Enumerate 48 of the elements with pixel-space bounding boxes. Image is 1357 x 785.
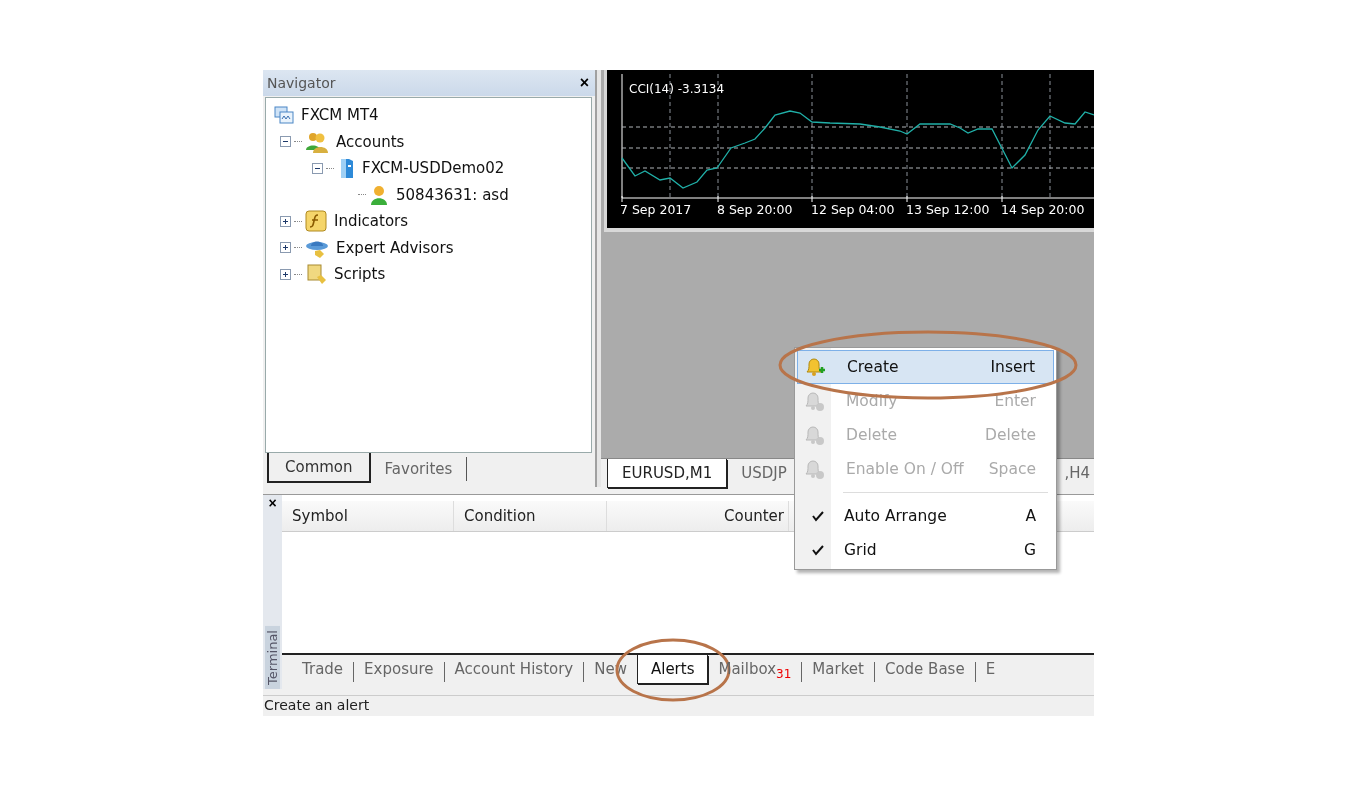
time-label: 12 Sep 04:00 (811, 202, 895, 217)
column-header[interactable]: Condition (454, 500, 607, 531)
tree-item[interactable]: Expert Advisors (336, 238, 454, 257)
terminal-tab[interactable]: Exposure (354, 655, 444, 684)
close-button[interactable]: × (579, 74, 589, 92)
expander-icon[interactable] (280, 268, 291, 280)
tree-item[interactable]: Accounts (336, 132, 405, 151)
time-label: 8 Sep 20:00 (717, 202, 793, 217)
terminal-tab[interactable]: Code Base (874, 655, 975, 684)
terminal-tab[interactable]: E (975, 655, 1006, 684)
tree-item[interactable]: FXCM MT4 (301, 106, 379, 125)
chart-tab[interactable]: EURUSD,M1 (607, 458, 728, 488)
bell-icon (802, 457, 826, 481)
bell-plus-icon (803, 355, 827, 379)
navigator-tab[interactable]: Favorites (370, 456, 468, 481)
column-header[interactable]: Symbol (282, 500, 454, 531)
tree-item[interactable]: FXCM-USDDemo02 (362, 159, 505, 178)
chart-tab[interactable]: ,H4 (1060, 458, 1094, 487)
expander-icon[interactable] (312, 162, 323, 174)
menu-item[interactable]: Auto Arrange A (797, 499, 1054, 533)
bell-icon (802, 389, 826, 413)
terminal-tab[interactable]: Account History (444, 655, 584, 684)
function-icon (305, 210, 327, 233)
terminal-tab[interactable]: Trade (292, 655, 354, 684)
navigator-tab[interactable]: Common (267, 452, 371, 483)
user-icon (369, 183, 389, 206)
expander-icon[interactable] (280, 215, 291, 227)
navigator-title: Navigator (267, 75, 336, 91)
menu-item[interactable]: Create Insert (797, 350, 1054, 384)
column-header[interactable]: Counter (607, 500, 789, 531)
tree-item[interactable]: Indicators (334, 212, 409, 231)
time-label: 7 Sep 2017 (620, 202, 692, 217)
tree-item[interactable]: 50843631: asd (396, 185, 509, 204)
time-label: 13 Sep 12:00 (906, 202, 990, 217)
monitor-icon (274, 105, 294, 126)
close-button[interactable]: × (268, 494, 277, 511)
expander-icon[interactable] (280, 136, 291, 148)
menu-item[interactable]: Grid G (797, 533, 1054, 567)
tree-item[interactable]: Scripts (334, 265, 386, 284)
scroll-icon (305, 263, 327, 286)
terminal-tab[interactable]: Market (802, 655, 874, 684)
indicator-label: CCI(14) -3.3134 (629, 82, 725, 96)
terminal-title: Terminal (265, 626, 280, 690)
time-label: 14 Sep 20:00 (1001, 202, 1085, 217)
bell-icon (802, 423, 826, 447)
expander-icon[interactable] (280, 242, 291, 254)
status-text: Create an alert (263, 695, 1094, 716)
terminal-tab[interactable]: Alerts (636, 655, 709, 685)
